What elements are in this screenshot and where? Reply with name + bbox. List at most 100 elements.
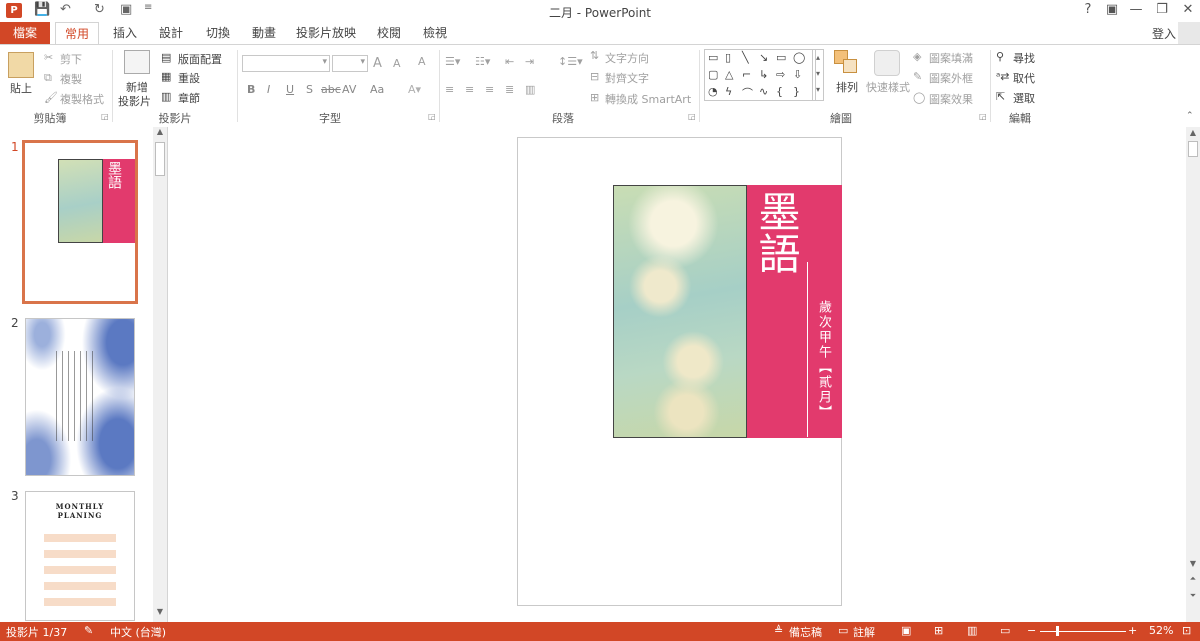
triangle-shape-icon[interactable]: △ — [725, 68, 733, 81]
arrange-icon[interactable] — [834, 50, 858, 74]
language-indicator[interactable]: 中文 (台灣) — [110, 624, 166, 640]
slide-sorter-view-icon[interactable]: ⊞ — [934, 624, 943, 637]
slideshow-view-icon[interactable]: ▭ — [1000, 624, 1010, 637]
zoom-slider[interactable] — [1040, 631, 1126, 632]
line-spacing-icon[interactable]: ↕☰▾ — [558, 55, 583, 68]
arrow-line-shape-icon[interactable]: ↘ — [759, 51, 768, 64]
underline-button[interactable]: U — [286, 83, 294, 96]
text-direction-button[interactable]: 文字方向 — [605, 50, 649, 66]
reset-icon[interactable]: ▦ — [161, 70, 171, 83]
new-slide-icon[interactable] — [124, 50, 150, 74]
change-case-button[interactable]: Aa — [370, 83, 384, 96]
line-shape-icon[interactable]: ╲ — [742, 51, 749, 64]
right-brace-shape-icon[interactable]: } — [793, 85, 800, 98]
section-button[interactable]: 章節 — [178, 90, 200, 106]
align-center-icon[interactable]: ≡ — [465, 83, 474, 96]
oval-shape-icon[interactable]: ◯ — [793, 51, 805, 64]
down-arrow-shape-icon[interactable]: ⇩ — [793, 68, 802, 81]
help-icon[interactable]: ? — [1078, 2, 1098, 17]
shape-effects-button[interactable]: 圖案效果 — [929, 91, 973, 107]
notes-button[interactable]: 備忘稿 — [789, 624, 822, 640]
format-painter-button[interactable]: 複製格式 — [60, 91, 104, 107]
bullets-icon[interactable]: ☰▾ — [445, 55, 460, 68]
callout-shape-icon[interactable]: ◔ — [708, 85, 718, 98]
quick-styles-icon[interactable] — [874, 50, 900, 76]
tab-file[interactable]: 檔案 — [0, 22, 50, 44]
character-spacing-button[interactable]: AV — [342, 83, 356, 96]
find-button[interactable]: 尋找 — [1013, 50, 1035, 66]
section-icon[interactable]: ▥ — [161, 90, 171, 103]
select-icon[interactable]: ⇱ — [996, 90, 1005, 103]
quick-styles-button[interactable]: 快速樣式 — [866, 79, 910, 95]
comments-icon[interactable]: ▭ — [838, 624, 848, 637]
convert-smartart-button[interactable]: 轉換成 SmartArt — [605, 91, 691, 107]
avatar[interactable] — [1178, 22, 1200, 44]
paste-button[interactable]: 貼上 — [10, 80, 32, 96]
rectangle-shape-icon[interactable]: ▭ — [776, 51, 786, 64]
tab-view[interactable]: 檢視 — [418, 22, 452, 44]
ribbon-display-options-icon[interactable]: ▣ — [1102, 2, 1122, 17]
arrange-button[interactable]: 排列 — [836, 79, 858, 95]
cut-icon[interactable]: ✂ — [44, 51, 53, 64]
canvas-scrollbar[interactable] — [1186, 127, 1200, 622]
tab-review[interactable]: 校閱 — [372, 22, 406, 44]
shape-effects-icon[interactable]: ◯ — [913, 91, 925, 104]
tab-design[interactable]: 設計 — [154, 22, 188, 44]
elbow-arrow-shape-icon[interactable]: ↳ — [759, 68, 768, 81]
zoom-slider-thumb[interactable] — [1056, 626, 1059, 636]
textbox-shape-icon[interactable]: ▭ — [708, 51, 718, 64]
previous-slide-icon[interactable]: ⏶ — [1187, 574, 1199, 586]
reading-view-icon[interactable]: ▥ — [967, 624, 977, 637]
next-slide-icon[interactable]: ⏷ — [1187, 591, 1199, 603]
zoom-out-icon[interactable]: − — [1027, 624, 1036, 637]
select-button[interactable]: 選取 — [1013, 90, 1035, 106]
scroll-down-icon[interactable]: ▼ — [1187, 559, 1199, 571]
flower-picture[interactable] — [613, 185, 747, 438]
font-color-icon[interactable]: A▾ — [408, 83, 421, 96]
right-arrow-shape-icon[interactable]: ⇨ — [776, 68, 785, 81]
shape-fill-icon[interactable]: ◈ — [913, 50, 921, 63]
curve-shape-icon[interactable]: ∿ — [759, 85, 768, 98]
format-painter-icon[interactable]: 🖌 — [44, 91, 58, 104]
text-direction-icon[interactable]: ⇅ — [590, 49, 599, 62]
shrink-font-icon[interactable]: A — [393, 57, 401, 70]
canvas-scroll-thumb[interactable] — [1188, 141, 1198, 157]
cut-button[interactable]: 剪下 — [60, 51, 82, 67]
zoom-level[interactable]: 52% — [1149, 624, 1173, 637]
font-size-combo[interactable] — [332, 55, 368, 72]
strikethrough-button[interactable]: abc — [321, 83, 341, 96]
reset-button[interactable]: 重設 — [178, 70, 200, 86]
smartart-icon[interactable]: ⊞ — [590, 91, 599, 104]
align-right-icon[interactable]: ≡ — [485, 83, 494, 96]
layout-icon[interactable]: ▤ — [161, 51, 171, 64]
shapes-gallery[interactable]: ▭ ▯ ╲ ↘ ▭ ◯ ▢ △ ⌐ ↳ ⇨ ⇩ ◔ ϟ ⌒ ∿ { } — [704, 49, 816, 101]
grow-font-icon[interactable]: A — [373, 56, 382, 71]
shape-outline-button[interactable]: 圖案外框 — [929, 70, 973, 86]
tab-slideshow[interactable]: 投影片放映 — [294, 22, 358, 44]
align-left-icon[interactable]: ≡ — [445, 83, 454, 96]
scroll-up-icon[interactable]: ▲ — [1187, 128, 1199, 140]
arc-shape-icon[interactable]: ⌒ — [742, 85, 753, 101]
fit-to-window-icon[interactable]: ⊡ — [1182, 624, 1191, 637]
slide-thumbnail-1[interactable]: 墨語 — [22, 140, 138, 304]
scroll-up-icon[interactable]: ▲ — [154, 127, 166, 139]
decrease-indent-icon[interactable]: ⇤ — [505, 55, 514, 68]
new-slide-button-line2[interactable]: 投影片 — [118, 93, 151, 109]
copy-button[interactable]: 複製 — [60, 71, 82, 87]
vertical-textbox-shape-icon[interactable]: ▯ — [725, 51, 731, 64]
align-text-button[interactable]: 對齊文字 — [605, 70, 649, 86]
replace-button[interactable]: 取代 — [1013, 70, 1035, 86]
tab-transitions[interactable]: 切換 — [201, 22, 235, 44]
layout-button[interactable]: 版面配置 — [178, 51, 222, 67]
shape-fill-button[interactable]: 圖案填滿 — [929, 50, 973, 66]
align-text-icon[interactable]: ⊟ — [590, 70, 599, 83]
clipboard-launcher-icon[interactable]: ◲ — [101, 112, 109, 121]
increase-indent-icon[interactable]: ⇥ — [525, 55, 534, 68]
thumbnail-scroll-thumb[interactable] — [155, 142, 165, 176]
shape-outline-icon[interactable]: ✎ — [913, 70, 922, 83]
zoom-in-icon[interactable]: + — [1128, 624, 1137, 637]
justify-icon[interactable]: ≣ — [505, 83, 514, 96]
comments-button[interactable]: 註解 — [853, 624, 875, 640]
thumbnail-scrollbar[interactable] — [153, 127, 167, 622]
scroll-down-icon[interactable]: ▼ — [154, 607, 166, 619]
